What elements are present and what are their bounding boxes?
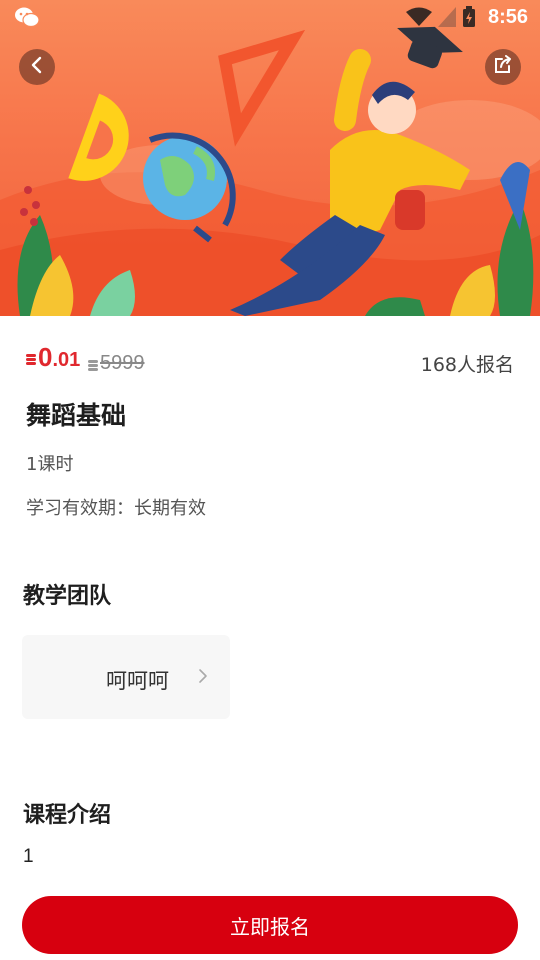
lesson-count: 1课时 <box>26 454 74 475</box>
enroll-now-button[interactable]: 立即报名 <box>22 896 518 954</box>
chevron-right-icon <box>198 668 208 688</box>
team-section-title: 教学团队 <box>23 584 112 609</box>
teacher-card[interactable]: 呵呵呵 <box>22 635 230 719</box>
price-row: 0 .01 5999 168人报名 <box>26 342 516 382</box>
chevron-left-icon <box>29 56 45 78</box>
price-decimal: .01 <box>52 349 81 371</box>
share-button[interactable] <box>485 49 521 85</box>
battery-charging-icon <box>462 6 476 32</box>
coin-icon <box>26 351 36 365</box>
wifi-icon <box>406 7 432 31</box>
enroll-count: 168人报名 <box>420 354 514 376</box>
status-time: 8:56 <box>487 6 528 28</box>
course-title: 舞蹈基础 <box>26 401 127 430</box>
coin-icon <box>88 357 98 371</box>
original-price: 5999 <box>88 352 145 375</box>
share-icon <box>493 55 513 79</box>
banner-illustration <box>0 26 540 316</box>
original-price-value: 5999 <box>100 352 145 374</box>
intro-content: 1 <box>23 846 34 867</box>
wechat-icon <box>14 6 40 32</box>
back-button[interactable] <box>19 49 55 85</box>
price-integer: 0 <box>38 342 53 372</box>
intro-section-title: 课程介绍 <box>23 803 112 828</box>
teacher-name: 呵呵呵 <box>106 669 169 693</box>
validity-period: 学习有效期：长期有效 <box>26 498 206 519</box>
signal-icon <box>438 7 456 31</box>
current-price: 0 .01 <box>26 342 80 373</box>
course-banner: 8:56 <box>0 0 540 316</box>
status-bar: 8:56 <box>0 0 540 36</box>
